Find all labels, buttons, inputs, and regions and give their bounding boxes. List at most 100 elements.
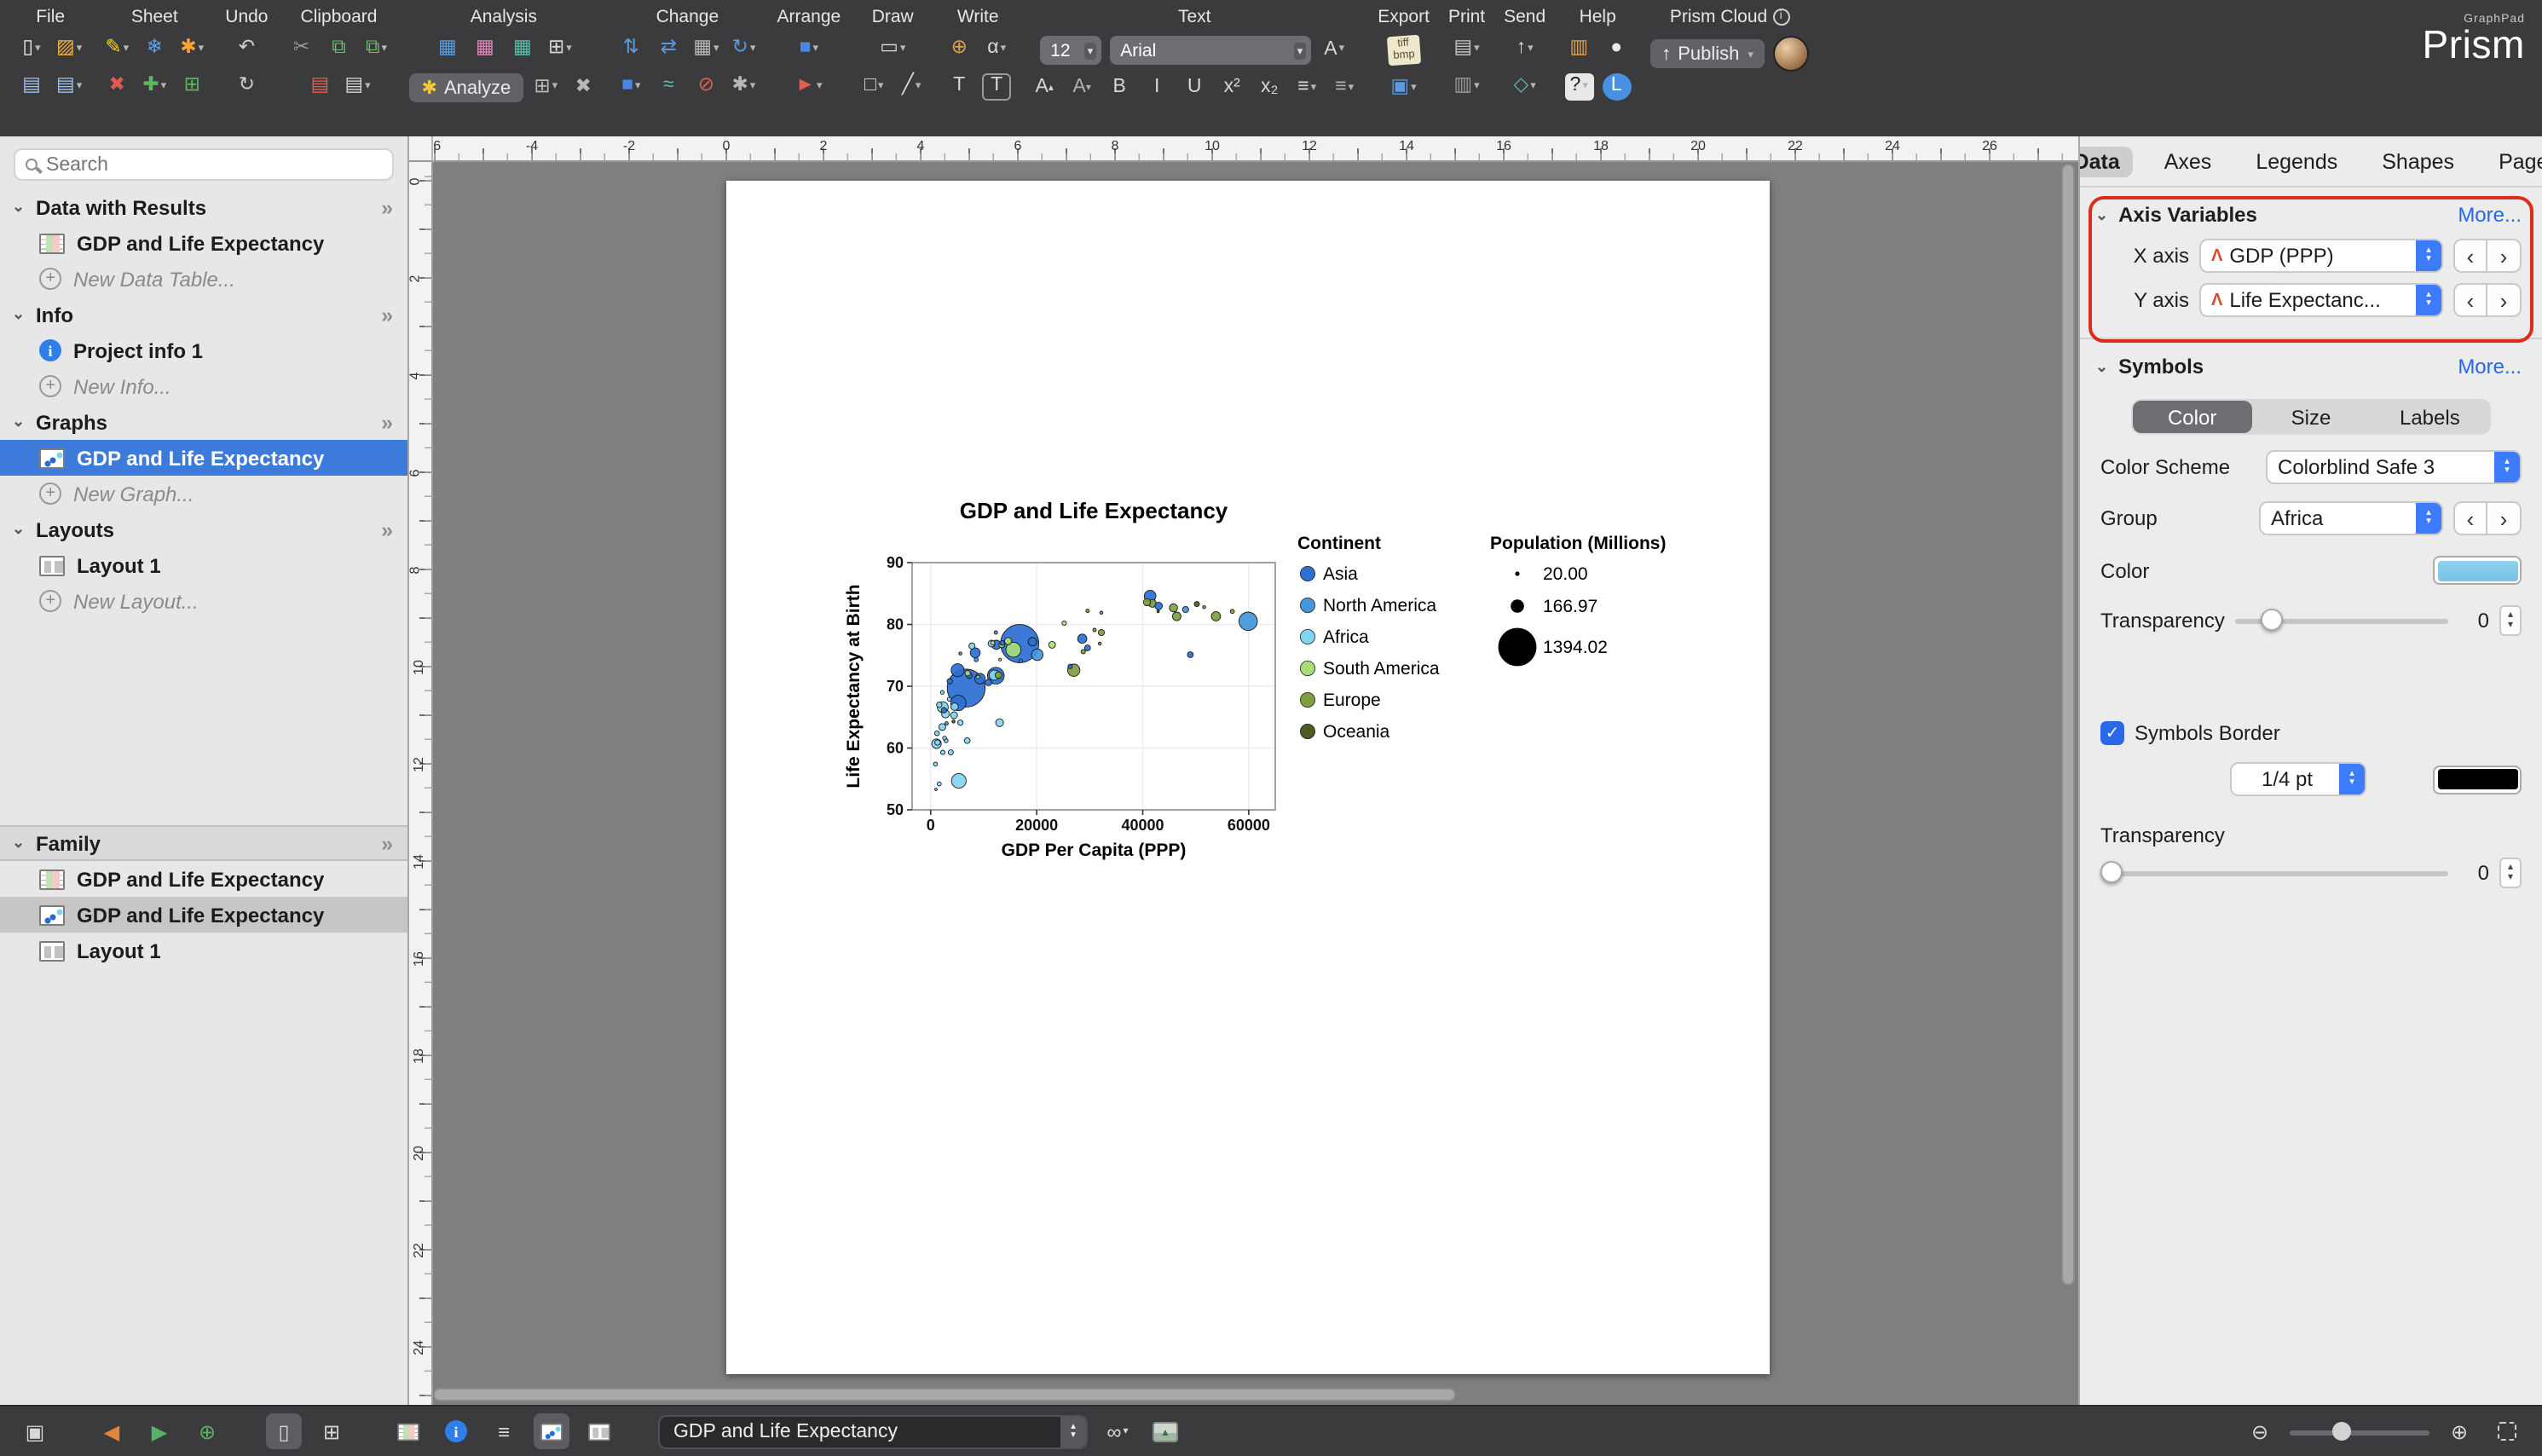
apply-analysis-icon[interactable]: ⊞▾ — [531, 74, 560, 101]
superscript-icon[interactable]: x² — [1217, 75, 1246, 102]
data-point[interactable] — [959, 652, 962, 656]
data-point[interactable] — [937, 782, 941, 786]
print-options-icon[interactable]: ▥▾ — [1452, 73, 1481, 101]
single-page-view-button[interactable]: ▯ — [266, 1413, 302, 1449]
transparency-slider[interactable] — [2235, 609, 2448, 633]
data-point[interactable] — [1100, 611, 1103, 615]
border-color-well[interactable] — [2433, 765, 2522, 794]
data-point[interactable] — [985, 679, 992, 686]
group-prev-button[interactable]: ‹ — [2453, 501, 2487, 535]
info-shortcut[interactable]: i — [438, 1413, 474, 1449]
license-icon[interactable]: L — [1602, 73, 1631, 101]
open-file-icon[interactable]: ▨▾ — [55, 36, 84, 63]
slider-knob[interactable] — [2100, 861, 2123, 883]
forward-button[interactable]: ▶ — [142, 1413, 177, 1449]
insert-object-icon[interactable]: ⊕ — [945, 36, 973, 63]
x-axis-variable-popup[interactable]: Λ GDP (PPP) ▴▾ — [2199, 239, 2443, 273]
subscript-icon[interactable]: x₂ — [1255, 75, 1284, 102]
expand-icon[interactable]: » — [381, 410, 390, 434]
data-point[interactable] — [1230, 610, 1234, 614]
graph-shortcut[interactable] — [534, 1413, 569, 1449]
package-icon[interactable]: ◇▾ — [1511, 73, 1540, 101]
italic-icon[interactable]: I — [1142, 75, 1171, 102]
sidebar-item-project-info-1[interactable]: iProject info 1 — [0, 332, 407, 368]
data-point[interactable] — [974, 673, 985, 684]
delete-sheet-icon[interactable]: ✖ — [102, 73, 131, 101]
section-header[interactable]: ⌄Data with Results» — [0, 189, 407, 225]
data-point[interactable] — [1028, 638, 1037, 646]
highlight-sheet-icon[interactable]: ✎▾ — [102, 36, 131, 63]
data-point[interactable] — [969, 643, 975, 649]
zoom-in-button[interactable]: ⊕ — [2441, 1413, 2477, 1449]
sidebar-item-gdp-and-life-expectancy[interactable]: GDP and Life Expectancy — [0, 225, 407, 261]
copy-icon[interactable]: ⧉ — [325, 36, 354, 63]
data-point[interactable] — [1000, 640, 1005, 645]
border-transparency-stepper[interactable]: ▴▾ — [2499, 858, 2522, 888]
screen-icon[interactable]: ▣ — [17, 1413, 53, 1449]
magic-wand-icon[interactable]: ✱▾ — [177, 36, 206, 63]
group-popup[interactable]: Africa ▴▾ — [2259, 501, 2443, 535]
data-point[interactable] — [957, 720, 962, 725]
data-point[interactable] — [945, 722, 948, 725]
sort-icon[interactable]: ⇅ — [616, 36, 645, 63]
disclosure-icon[interactable]: ⌄ — [12, 198, 27, 217]
bold-icon[interactable]: B — [1105, 75, 1134, 102]
section-header[interactable]: ⌄Info» — [0, 297, 407, 332]
y-axis-variable-popup[interactable]: Λ Life Expectanc... ▴▾ — [2199, 283, 2443, 317]
save-icon[interactable]: ▤ — [17, 73, 46, 101]
x-axis-prev-button[interactable]: ‹ — [2453, 239, 2487, 273]
new-file-icon[interactable]: ▯▾ — [17, 36, 46, 63]
disclosure-icon[interactable]: ⌄ — [12, 305, 27, 324]
line-spacing-icon[interactable]: ≡▾ — [1330, 75, 1359, 102]
section-header[interactable]: ⌄Layouts» — [0, 511, 407, 547]
bring-forward-icon[interactable]: ■▾ — [794, 36, 823, 63]
disclosure-icon[interactable]: ⌄ — [12, 834, 27, 852]
search-box[interactable] — [14, 148, 394, 181]
zoom-slider-knob[interactable] — [2331, 1421, 2350, 1440]
data-point[interactable] — [1098, 629, 1104, 635]
greek-char-icon[interactable]: α▾ — [982, 36, 1011, 63]
data-point[interactable] — [1086, 610, 1089, 613]
tab-axes[interactable]: Axes — [2151, 147, 2226, 177]
cut-icon[interactable]: ✂ — [287, 36, 316, 63]
expand-icon[interactable]: » — [381, 303, 390, 326]
sidebar-item-new-info[interactable]: +New Info... — [0, 368, 407, 404]
sidebar-item-layout-1[interactable]: Layout 1 — [0, 933, 407, 968]
data-point[interactable] — [999, 658, 1002, 661]
paste-special-icon[interactable]: ▤▾ — [343, 73, 372, 101]
data-point[interactable] — [1019, 659, 1022, 662]
data-point[interactable] — [1239, 612, 1257, 631]
new-sheet-icon[interactable]: ✚▾ — [140, 73, 169, 101]
data-point[interactable] — [995, 672, 1002, 679]
data-point[interactable] — [965, 671, 970, 676]
border-width-popup[interactable]: 1/4 pt ▴▾ — [2230, 762, 2366, 796]
data-point[interactable] — [1182, 606, 1188, 612]
data-point[interactable] — [974, 657, 979, 662]
tab-page[interactable]: Page — [2485, 147, 2542, 177]
data-point[interactable] — [950, 712, 957, 719]
help-question-icon[interactable]: ?▾ — [1564, 73, 1593, 101]
transform-icon[interactable]: ✱▾ — [729, 73, 758, 101]
line-tool-icon[interactable]: ╱▾ — [897, 73, 926, 101]
increase-font-icon[interactable]: A▴ — [1030, 75, 1059, 102]
back-button[interactable]: ◀ — [94, 1413, 130, 1449]
anova-analysis-icon[interactable]: ▦ — [471, 36, 500, 63]
fullscreen-button[interactable] — [2489, 1413, 2525, 1449]
data-point[interactable] — [996, 719, 1003, 726]
data-point[interactable] — [950, 703, 958, 711]
remove-analysis-icon[interactable]: ✖ — [569, 74, 598, 101]
disclosure-icon[interactable]: ⌄ — [2095, 357, 2108, 376]
data-point[interactable] — [1211, 612, 1221, 621]
data-point[interactable] — [940, 690, 944, 694]
layout-shortcut[interactable] — [581, 1413, 617, 1449]
link-button[interactable]: ∞▾ — [1100, 1413, 1135, 1449]
data-point[interactable] — [1004, 638, 1011, 644]
portal-icon[interactable]: ● — [1602, 36, 1631, 63]
horizontal-scroll-thumb[interactable] — [433, 1388, 1456, 1401]
search-input[interactable] — [46, 154, 382, 175]
exclude-icon[interactable]: ⊘ — [691, 73, 720, 101]
graph-object[interactable]: 02000040000600005060708090GDP and Life E… — [829, 488, 1715, 914]
data-point[interactable] — [1081, 650, 1085, 654]
data-point[interactable] — [951, 664, 964, 677]
undo-icon[interactable]: ↶ — [232, 36, 261, 63]
